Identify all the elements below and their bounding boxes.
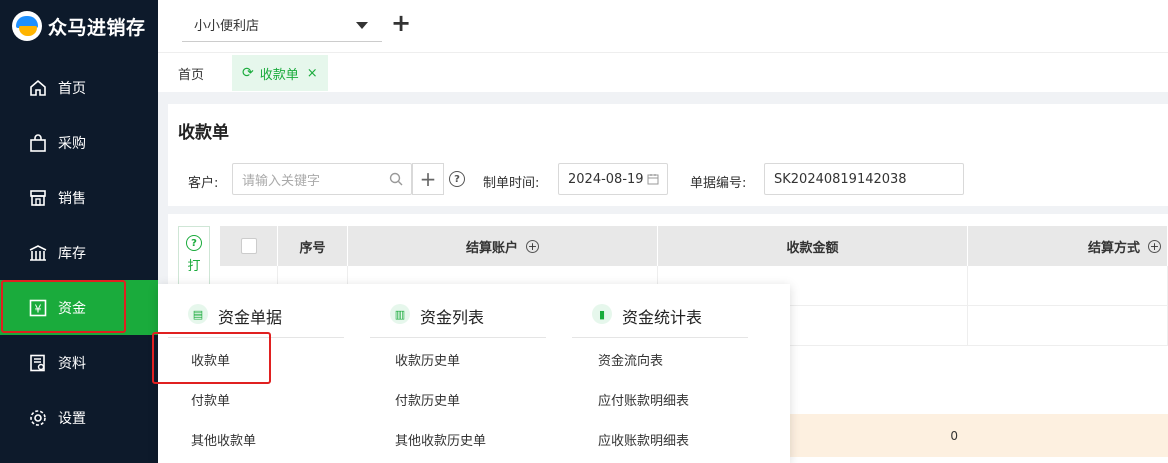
close-icon[interactable]: ×: [307, 66, 318, 81]
document-icon: ▤: [188, 304, 208, 324]
menu-column-title-text: 资金统计表: [622, 308, 703, 327]
column-header-method[interactable]: 结算方式 +: [968, 226, 1168, 266]
menu-item-fund-flow[interactable]: 资金流向表: [598, 350, 663, 369]
sidebar-item-label: 资料: [58, 355, 86, 372]
app-name: 众马进销存: [48, 16, 146, 39]
date-input[interactable]: 2024-08-19: [558, 163, 668, 195]
menu-column-title: ▥ 资金列表: [370, 304, 546, 338]
customer-label: 客户:: [188, 176, 219, 191]
home-icon: [28, 78, 48, 98]
bag-icon: [28, 133, 48, 153]
print-label: 打: [187, 259, 201, 274]
sidebar-item-records[interactable]: 资料: [0, 335, 158, 390]
chevron-down-icon: [356, 22, 368, 29]
select-all-checkbox[interactable]: [240, 238, 257, 254]
column-header-label: 结算账户: [465, 240, 518, 256]
add-column-icon[interactable]: +: [526, 239, 539, 253]
page-title: 收款单: [178, 123, 229, 143]
help-icon[interactable]: ?: [449, 171, 465, 187]
help-icon: ?: [186, 235, 202, 251]
tab-label: 收款单: [259, 67, 299, 83]
menu-item-receivable-detail[interactable]: 应收账款明细表: [598, 430, 689, 449]
store-select-value: 小小便利店: [194, 19, 260, 34]
number-value: SK20240819142038: [774, 171, 907, 187]
table-cell: [968, 266, 1168, 306]
menu-column-title-text: 资金列表: [420, 308, 485, 327]
warehouse-icon: [28, 243, 48, 263]
column-header: 收款金额: [658, 226, 968, 266]
sidebar-item-sales[interactable]: 销售: [0, 170, 158, 225]
tab-bar: 首页 ⟳ 收款单 ×: [158, 52, 1168, 92]
refresh-icon[interactable]: ⟳: [242, 65, 254, 81]
top-bar: 小小便利店 +: [158, 0, 1168, 52]
add-column-icon[interactable]: +: [1148, 239, 1161, 253]
sidebar-item-inventory[interactable]: 库存: [0, 225, 158, 280]
column-header-account[interactable]: 结算账户 +: [348, 226, 658, 266]
gear-icon: [28, 408, 48, 428]
column-header-label: 结算方式: [1087, 240, 1140, 256]
bar-chart-icon: ▮: [592, 304, 612, 324]
profile-doc-icon: [28, 353, 48, 373]
date-label: 制单时间:: [483, 176, 540, 191]
menu-item-payment-history[interactable]: 付款历史单: [395, 390, 460, 409]
customer-placeholder: 请输入关键字: [242, 173, 321, 189]
sidebar-item-settings[interactable]: 设置: [0, 390, 158, 445]
menu-item-other-receipt[interactable]: 其他收款单: [191, 430, 256, 449]
column-header: 序号: [278, 226, 348, 266]
menu-item-payable-detail[interactable]: 应付账款明细表: [598, 390, 689, 409]
add-store-button[interactable]: +: [390, 11, 412, 35]
sidebar-item-label: 设置: [58, 410, 86, 427]
table-cell: [968, 306, 1168, 346]
sidebar: 众马进销存 首页 采购 销售 库存 ¥ 资金 资料 设置: [0, 0, 158, 463]
form-card: 收款单 客户: 请输入关键字 + ? 制单时间: 2024-08-19 单据编号…: [168, 104, 1168, 206]
number-input[interactable]: SK20240819142038: [764, 163, 964, 195]
menu-item-receipt-history[interactable]: 收款历史单: [395, 350, 460, 369]
sidebar-item-label: 库存: [58, 245, 86, 262]
store-icon: [28, 188, 48, 208]
logo-icon: [12, 11, 42, 41]
tab-receipt[interactable]: ⟳ 收款单 ×: [232, 55, 328, 91]
menu-item-other-receipt-history[interactable]: 其他收款历史单: [395, 430, 486, 449]
highlight-box-funds: [1, 280, 126, 333]
sidebar-item-label: 首页: [58, 80, 86, 97]
add-customer-button[interactable]: +: [412, 163, 444, 195]
calendar-icon: [647, 174, 659, 185]
tab-home[interactable]: 首页: [172, 53, 210, 93]
sidebar-item-label: 采购: [58, 135, 86, 152]
sidebar-item-label: 销售: [58, 190, 86, 207]
menu-column-title: ▮ 资金统计表: [572, 304, 748, 338]
select-all-cell: [220, 226, 278, 266]
date-value: 2024-08-19: [568, 171, 644, 187]
menu-item-payment[interactable]: 付款单: [191, 390, 230, 409]
sidebar-item-home[interactable]: 首页: [0, 60, 158, 115]
number-label: 单据编号:: [690, 176, 747, 191]
menu-column-title-text: 资金单据: [218, 308, 283, 327]
print-toggle[interactable]: ? 打: [178, 226, 210, 286]
search-icon[interactable]: [389, 172, 403, 186]
highlight-box-receipt: [152, 332, 271, 384]
sidebar-item-purchase[interactable]: 采购: [0, 115, 158, 170]
customer-input[interactable]: 请输入关键字: [232, 163, 412, 195]
table-header: 序号 结算账户 + 收款金额 结算方式 +: [220, 226, 1168, 266]
list-icon: ▥: [390, 304, 410, 324]
store-select[interactable]: 小小便利店: [182, 8, 382, 42]
app-logo[interactable]: 众马进销存: [0, 0, 158, 52]
